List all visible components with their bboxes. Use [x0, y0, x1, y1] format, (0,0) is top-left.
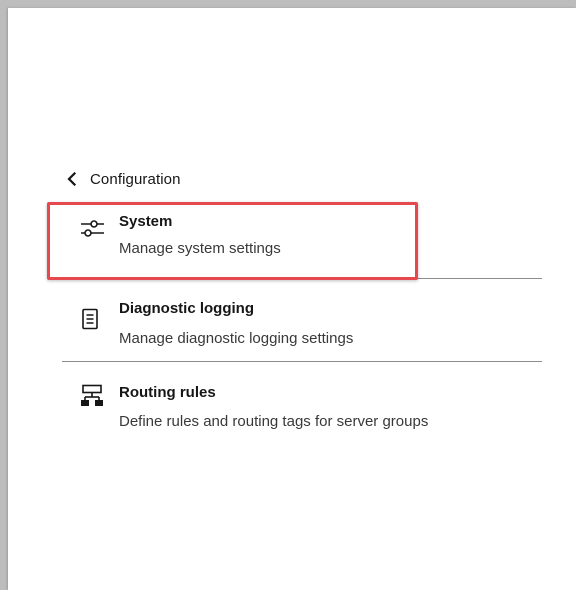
menu-item-description: Manage system settings	[119, 240, 281, 257]
menu-item-title: Routing rules	[119, 384, 216, 401]
menu-item-description: Manage diagnostic logging settings	[119, 330, 354, 347]
network-icon	[80, 384, 103, 406]
menu-item-system[interactable]: System Manage system settings	[62, 200, 542, 282]
chevron-left-icon	[66, 172, 78, 186]
menu-item-description: Define rules and routing tags for server…	[119, 413, 429, 430]
window-backdrop: Configuration System Manage system setti…	[0, 0, 576, 590]
menu-item-diagnostic-logging[interactable]: Diagnostic logging Manage diagnostic log…	[62, 280, 542, 362]
menu-item-title: System	[119, 213, 173, 230]
back-label: Configuration	[90, 170, 181, 188]
back-to-configuration-link[interactable]: Configuration	[66, 168, 181, 190]
menu-item-routing-rules[interactable]: Routing rules Define rules and routing t…	[62, 362, 542, 444]
menu-item-title: Diagnostic logging	[119, 300, 254, 317]
settings-adjust-icon	[80, 218, 104, 240]
document-icon	[80, 308, 102, 330]
divider	[62, 278, 542, 279]
